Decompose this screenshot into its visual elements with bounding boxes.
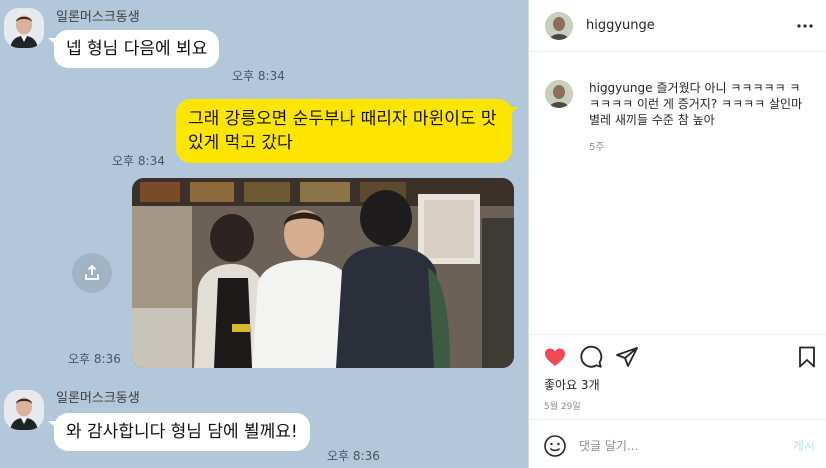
chat-panel: 일론머스크동생 넵 형님 다음에 뵈요 오후 8:34 그래 강릉오면 순두부나… [0,0,528,468]
more-options-button[interactable] [795,16,815,36]
share-icon [85,264,99,280]
user-avatar[interactable] [545,12,573,40]
post-caption: higgyunge 즐거웠다 아니 ㅋㅋㅋㅋㅋ ㅋㅋㅋㅋㅋ 이런 게 증거지? ㅋ… [589,80,811,128]
message-bubble[interactable]: 넵 형님 다음에 뵈요 [47,30,220,68]
more-icon [797,24,813,28]
likes-count[interactable]: 좋아요 3개 [544,376,600,393]
instagram-post-panel: higgyunge higgyunge 즐거웠다 아니 ㅋㅋㅋㅋㅋ ㅋㅋㅋㅋㅋ 이… [528,0,826,468]
my-message-bubble[interactable]: 그래 강릉오면 순두부나 때리자 마윈이도 맛있게 먹고 갔다 [176,99,518,163]
post-date: 5월 29일 [544,402,581,412]
post-username[interactable]: higgyunge [586,18,655,33]
sender-avatar[interactable] [4,8,44,48]
share-icon[interactable] [615,345,639,369]
message-time: 오후 8:36 [327,449,380,463]
post-header: higgyunge [529,0,826,52]
bookmark-icon[interactable] [795,345,819,369]
comment-bar: 게시 [529,419,826,468]
comment-icon[interactable] [579,345,603,369]
post-comment-button[interactable]: 게시 [793,437,815,454]
sender-name: 일론머스크동생 [56,391,140,406]
restaurant-photo [132,178,514,368]
caption-username[interactable]: higgyunge [589,81,653,95]
caption-avatar[interactable] [545,80,573,108]
sender-name: 일론머스크동생 [56,10,140,25]
post-actions: 좋아요 3개 5월 29일 게시 [529,334,826,468]
comment-input[interactable] [579,436,769,456]
message-time: 오후 8:34 [112,154,165,168]
photo-message[interactable] [132,178,514,368]
heart-icon[interactable] [543,345,567,369]
sender-avatar[interactable] [4,390,44,430]
message-time: 오후 8:34 [232,69,285,83]
message-time: 오후 8:36 [68,352,121,366]
message-bubble[interactable]: 와 감사합니다 형님 담에 뵐께요! [48,413,310,451]
caption-age: 5주 [589,142,605,153]
share-button[interactable] [72,253,112,293]
emoji-icon[interactable] [543,434,567,458]
